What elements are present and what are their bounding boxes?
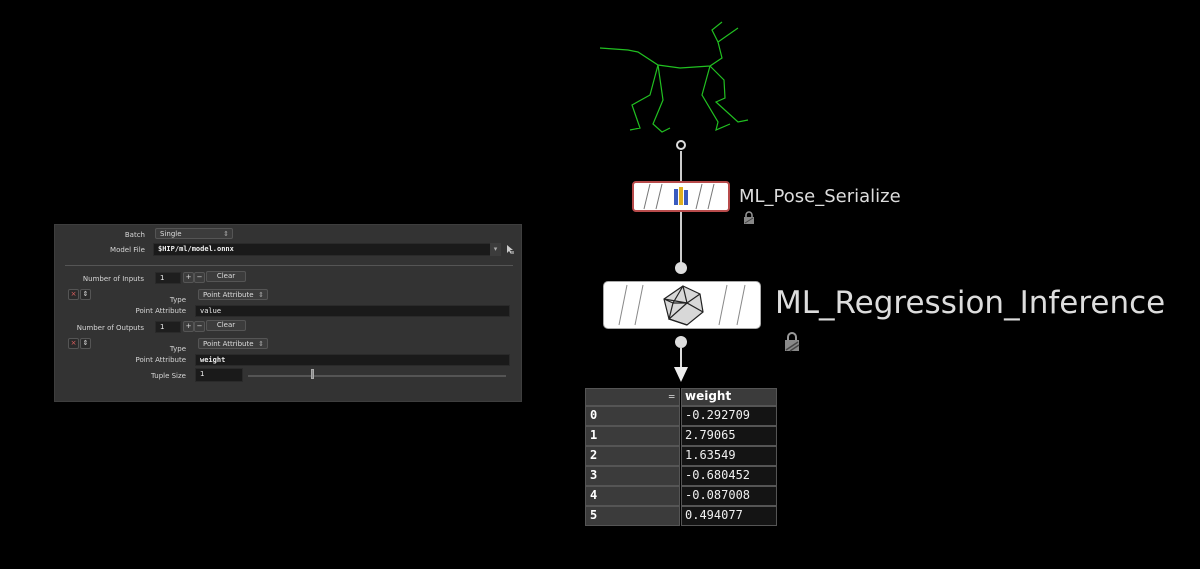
model-file-dropdown-button[interactable]: ▾	[490, 243, 501, 256]
row-value: 2.79065	[681, 426, 777, 446]
batch-menu[interactable]: Single ⇕	[155, 228, 233, 239]
output-attr-field[interactable]: weight	[195, 354, 510, 366]
output-attr-label: Point Attribute	[135, 356, 186, 364]
reorder-icon: ⇕	[82, 339, 89, 347]
ml-pose-serialize-node[interactable]	[632, 181, 730, 212]
input-attr-label: Point Attribute	[135, 307, 186, 315]
reorder-input-button[interactable]: ⇕	[80, 289, 91, 300]
ml-regression-inference-node[interactable]	[603, 281, 761, 329]
geometry-spreadsheet: = weight 0 -0.292709 1 2.79065 2 1.63549…	[585, 388, 777, 526]
batch-value: Single	[160, 230, 182, 238]
model-file-value: $HIP/ml/model.onnx	[158, 245, 234, 253]
node1-label: ML_Pose_Serialize	[739, 186, 901, 207]
row-index: 0	[585, 406, 680, 426]
row-value: -0.680452	[681, 466, 777, 486]
remove-input-item-button[interactable]: ×	[68, 289, 79, 300]
index-header[interactable]: =	[585, 388, 680, 406]
num-outputs-value: 1	[160, 323, 165, 331]
input-type-menu[interactable]: Point Attribute ⇕	[198, 289, 268, 300]
table-row: 1 2.79065	[585, 426, 777, 446]
menu-arrow-icon: ⇕	[258, 291, 264, 299]
clear-inputs-button[interactable]: Clear	[206, 271, 246, 282]
remove-output-item-button[interactable]: ×	[68, 338, 79, 349]
table-row: 4 -0.087008	[585, 486, 777, 506]
lock-icon	[785, 332, 800, 352]
row-value: 0.494077	[681, 506, 777, 526]
lock-icon	[744, 211, 754, 224]
skeleton-viewport	[599, 21, 749, 133]
spreadsheet-header-row: = weight	[585, 388, 777, 406]
input-type-label: Type	[169, 296, 186, 304]
num-inputs-label: Number of Inputs	[82, 275, 144, 283]
add-input-button[interactable]: +	[183, 272, 194, 283]
num-inputs-value: 1	[160, 274, 165, 282]
tuple-size-slider[interactable]	[248, 375, 506, 377]
row-value: 1.63549	[681, 446, 777, 466]
table-row: 5 0.494077	[585, 506, 777, 526]
input-attr-field[interactable]: value	[195, 305, 510, 317]
close-icon: ×	[70, 290, 77, 298]
polyhedron-icon	[663, 285, 704, 326]
close-icon: ×	[70, 339, 77, 347]
table-row: 0 -0.292709	[585, 406, 777, 426]
tuple-size-label: Tuple Size	[151, 372, 186, 380]
reorder-output-button[interactable]: ⇕	[80, 338, 91, 349]
input-type-value: Point Attribute	[203, 291, 254, 299]
output-type-label: Type	[169, 345, 186, 353]
clear-label: Clear	[216, 321, 236, 329]
row-index: 1	[585, 426, 680, 446]
plus-icon: +	[185, 273, 192, 281]
minus-icon: −	[196, 322, 203, 330]
row-value: -0.292709	[681, 406, 777, 426]
tuple-size-value: 1	[200, 370, 205, 378]
row-index: 5	[585, 506, 680, 526]
output-attr-value: weight	[200, 356, 226, 364]
minus-icon: −	[196, 273, 203, 281]
table-row: 3 -0.680452	[585, 466, 777, 486]
row-index: 2	[585, 446, 680, 466]
row-index: 3	[585, 466, 680, 486]
remove-input-button[interactable]: −	[194, 272, 205, 283]
weight-column-header[interactable]: weight	[681, 388, 777, 406]
model-file-label: Model File	[110, 246, 145, 254]
table-row: 2 1.63549	[585, 446, 777, 466]
serialize-icon	[674, 187, 688, 205]
menu-arrow-icon: ⇕	[258, 340, 264, 348]
model-file-field[interactable]: $HIP/ml/model.onnx	[153, 243, 501, 256]
chevron-down-icon: ▾	[493, 245, 498, 253]
num-outputs-field[interactable]: 1	[155, 321, 181, 333]
node2-label: ML_Regression_Inference	[775, 285, 1166, 321]
output-type-menu[interactable]: Point Attribute ⇕	[198, 338, 268, 349]
num-outputs-label: Number of Outputs	[76, 324, 144, 332]
clear-outputs-button[interactable]: Clear	[206, 320, 246, 331]
batch-label: Batch	[124, 231, 145, 239]
clear-label: Clear	[216, 272, 236, 280]
num-inputs-field[interactable]: 1	[155, 272, 181, 284]
row-value: -0.087008	[681, 486, 777, 506]
input-attr-value: value	[200, 307, 222, 315]
reorder-icon: ⇕	[82, 290, 89, 298]
remove-output-button[interactable]: −	[194, 321, 205, 332]
file-browse-icon[interactable]	[505, 244, 515, 255]
node-wires	[674, 140, 688, 382]
menu-arrow-icon: ⇕	[223, 230, 229, 238]
plus-icon: +	[185, 322, 192, 330]
output-type-value: Point Attribute	[203, 340, 254, 348]
slider-handle[interactable]	[311, 369, 314, 379]
row-index: 4	[585, 486, 680, 506]
add-output-button[interactable]: +	[183, 321, 194, 332]
section-divider	[65, 265, 513, 266]
tuple-size-field[interactable]: 1	[195, 368, 243, 382]
